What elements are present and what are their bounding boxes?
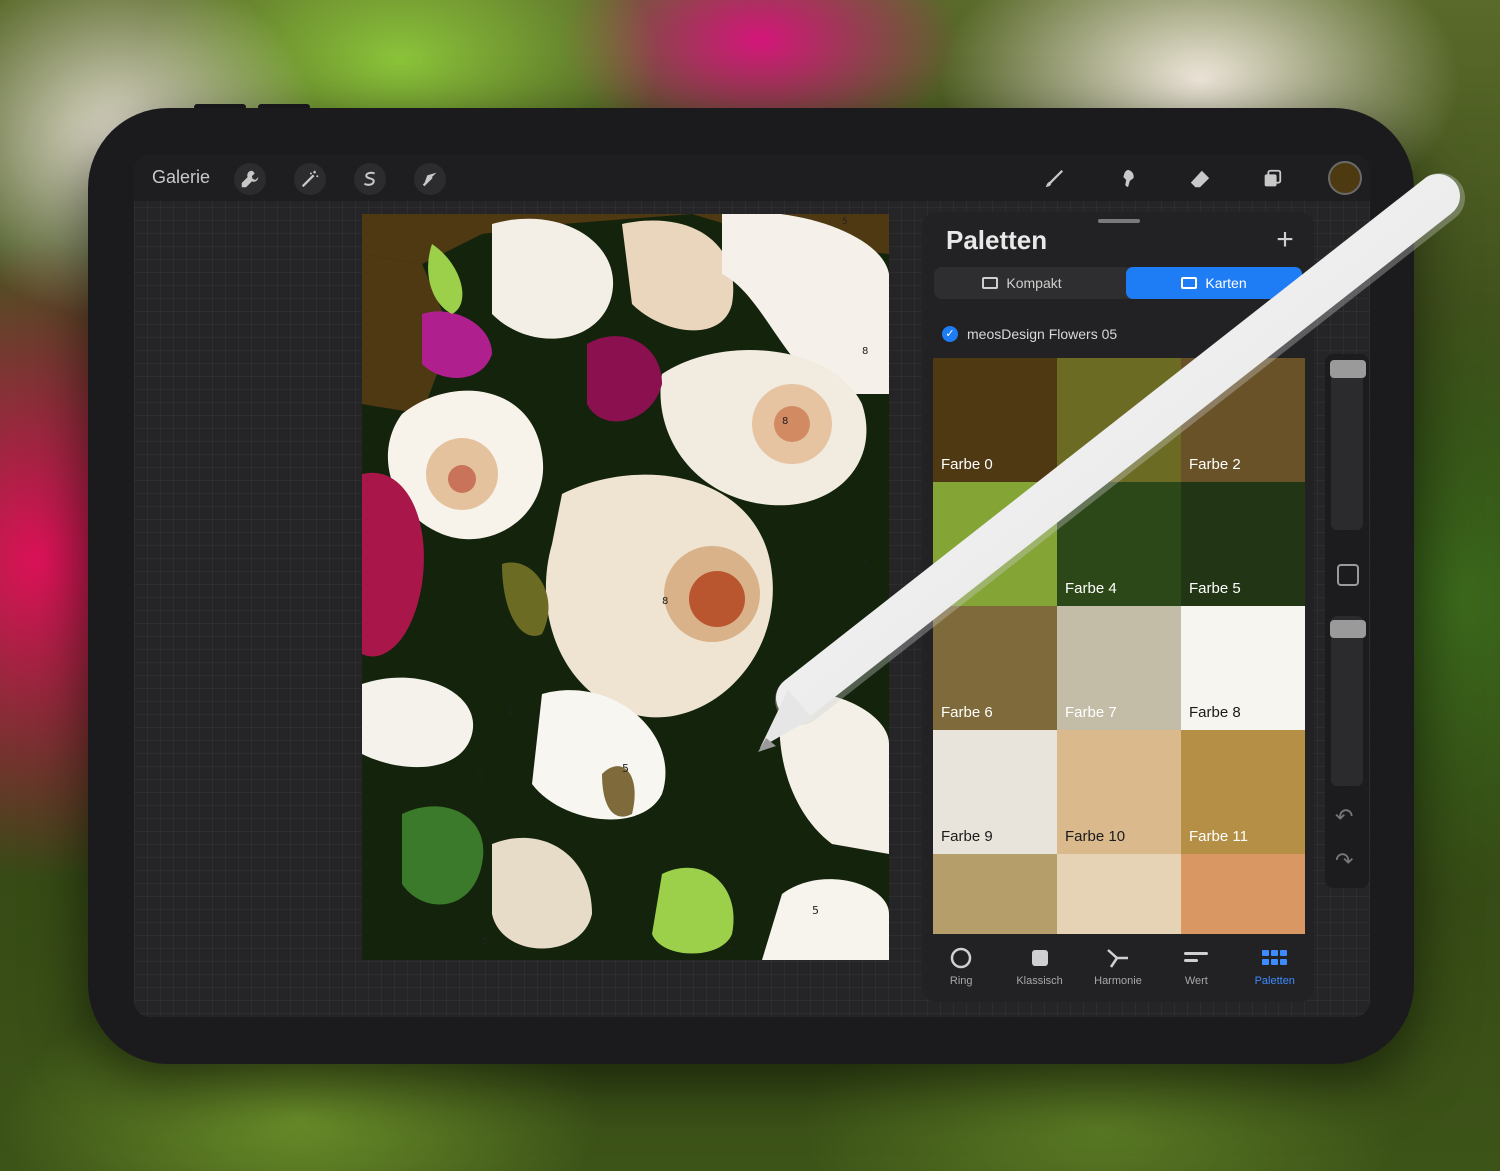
tab-palettes[interactable]: Paletten [1237, 937, 1313, 1001]
tab-harmony[interactable]: Harmonie [1080, 937, 1156, 1001]
cards-icon [1181, 277, 1198, 289]
region-number: 5 [622, 762, 629, 775]
swatch-label: Farbe 9 [941, 828, 993, 845]
tab-compact-label: Kompakt [1006, 275, 1062, 291]
brush-icon[interactable] [1038, 163, 1070, 195]
swatch-label: Farbe 0 [941, 456, 993, 473]
color-swatch[interactable] [1057, 854, 1181, 934]
color-swatch[interactable]: Farbe 0 [933, 358, 1057, 482]
magic-wand-icon[interactable] [294, 163, 326, 195]
color-swatch[interactable]: Farbe 8 [1181, 606, 1305, 730]
swatch-label: F [1065, 456, 1075, 473]
harmony-icon [1106, 945, 1130, 971]
color-swatch[interactable]: Farbe 10 [1057, 730, 1181, 854]
swatch-label: Farbe 11 [1189, 828, 1248, 845]
region-number: 1 [507, 706, 513, 717]
region-number: 5 [477, 771, 483, 782]
tab-cards-label: Karten [1205, 275, 1247, 291]
tab-compact[interactable]: Kompakt [934, 267, 1110, 299]
color-swatch[interactable] [1181, 854, 1305, 934]
swatch-label: Farbe 2 [1189, 456, 1241, 473]
current-color-button[interactable] [1328, 161, 1362, 195]
gallery-button[interactable]: Galerie [152, 167, 210, 188]
color-swatch[interactable]: Farbe 5 [1181, 482, 1305, 606]
color-mode-tabs: Ring Klassisch Harmonie Wert Paletten [922, 937, 1314, 1001]
swatch-label: Farbe 7 [1065, 704, 1117, 721]
palettes-grid-icon [1261, 945, 1288, 971]
swatch-label: Farbe 10 [1065, 828, 1126, 845]
checkmark-icon[interactable]: ✓ [942, 326, 958, 342]
region-number: 8 [782, 416, 788, 427]
tab-classic[interactable]: Klassisch [1002, 937, 1078, 1001]
color-swatch[interactable]: F [1057, 358, 1181, 482]
region-number: 8 [862, 557, 868, 567]
swatch-label: Farbe 4 [1065, 580, 1117, 597]
region-number: 5 [482, 936, 488, 947]
eraser-icon[interactable] [1184, 163, 1216, 195]
tab-value[interactable]: Wert [1158, 937, 1234, 1001]
color-swatch[interactable]: Farbe 2 [1181, 358, 1305, 482]
region-number: 1 [727, 942, 733, 952]
brush-size-slider[interactable] [1331, 360, 1363, 530]
color-swatch[interactable]: Farbe 4 [1057, 482, 1181, 606]
region-number: 8 [862, 346, 868, 357]
swatch-label: Farbe 8 [1189, 704, 1241, 721]
panel-title: Paletten [946, 225, 1048, 255]
sidebar-sliders: ↶ ↷ [1325, 354, 1369, 888]
color-swatch[interactable]: Farbe 6 [933, 606, 1057, 730]
tab-ring[interactable]: Ring [923, 937, 999, 1001]
opacity-slider[interactable] [1331, 616, 1363, 786]
smudge-icon[interactable] [1112, 163, 1144, 195]
app-screen: Galerie 5 8 8 8 1 5 5 5 5 1 8 Paletten +… [134, 155, 1370, 1017]
tab-classic-label: Klassisch [1016, 975, 1063, 987]
painting-canvas[interactable]: 5 8 8 8 1 5 5 5 5 1 8 [362, 214, 889, 960]
palette-header[interactable]: ✓ meosDesign Flowers 05 [934, 315, 1304, 353]
wrench-icon[interactable] [234, 163, 266, 195]
color-swatch[interactable]: Farbe 9 [933, 730, 1057, 854]
tab-ring-label: Ring [949, 975, 973, 987]
region-number: 8 [662, 596, 668, 607]
tab-cards[interactable]: Karten [1126, 267, 1302, 299]
color-swatch[interactable]: Farbe 7 [1057, 606, 1181, 730]
view-mode-switch: Kompakt Karten [934, 267, 1302, 299]
tab-palettes-label: Paletten [1254, 975, 1295, 987]
plus-icon[interactable]: + [1272, 225, 1298, 255]
undo-icon[interactable]: ↶ [1335, 804, 1353, 830]
region-number: 5 [812, 904, 819, 917]
opacity-handle[interactable] [1330, 620, 1366, 638]
ring-icon [949, 945, 973, 971]
brush-size-handle[interactable] [1330, 360, 1366, 378]
tab-value-label: Wert [1184, 975, 1208, 987]
top-toolbar: Galerie [134, 155, 1370, 201]
color-swatch[interactable]: Farbe 11 [1181, 730, 1305, 854]
compact-icon [982, 277, 999, 289]
layers-icon[interactable] [1256, 163, 1288, 195]
palettes-panel: Paletten + Kompakt Karten ✓ meosDesign F… [922, 212, 1314, 1002]
swatch-grid: Farbe 0 F Farbe 2 3 Farbe 4 Farbe 5 Farbe 6 Far… [933, 358, 1305, 934]
swatch-label: Farbe 6 [941, 704, 993, 721]
region-number: 5 [842, 217, 848, 227]
palette-name: meosDesign Flowers 05 [967, 326, 1118, 342]
classic-square-icon [1028, 945, 1052, 971]
panel-grabber[interactable] [1098, 219, 1140, 223]
selection-icon[interactable] [354, 163, 386, 195]
color-swatch[interactable] [933, 854, 1057, 934]
redo-icon[interactable]: ↷ [1335, 848, 1353, 874]
swatch-label: 3 [941, 580, 950, 597]
modify-button[interactable] [1337, 564, 1359, 586]
value-sliders-icon [1183, 945, 1209, 971]
color-swatch[interactable]: 3 [933, 482, 1057, 606]
swatch-label: Farbe 5 [1189, 580, 1241, 597]
transform-arrow-icon[interactable] [414, 163, 446, 195]
tab-harmony-label: Harmonie [1094, 975, 1142, 987]
